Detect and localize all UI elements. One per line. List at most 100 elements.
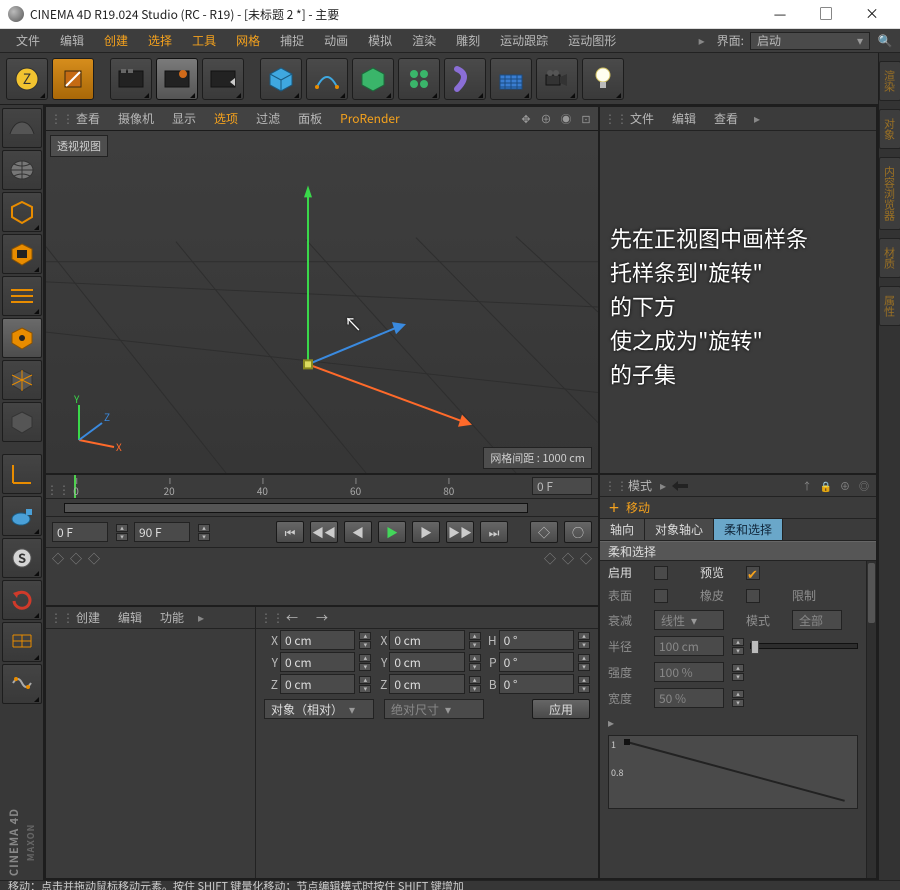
menu-animate[interactable]: 动画: [314, 29, 358, 52]
maximize-view-icon[interactable]: ⊡: [578, 111, 594, 127]
apply-button[interactable]: 应用: [532, 699, 590, 719]
model-mode-button[interactable]: [2, 150, 42, 190]
cube-primitive-button[interactable]: [260, 58, 302, 100]
radius-slider[interactable]: [750, 643, 858, 649]
uv-poly-button[interactable]: [2, 402, 42, 442]
coords-menu-func[interactable]: 功能: [152, 609, 192, 626]
goto-end-button[interactable]: ⏭: [480, 521, 508, 543]
start-frame-field[interactable]: 0 F: [52, 522, 108, 542]
object-tree[interactable]: 先在正视图中画样条 托样条到"旋转" 的下方 使之成为"旋转" 的子集: [600, 131, 876, 473]
rot-b-field[interactable]: 0 °: [499, 674, 574, 694]
width-field[interactable]: 50 %: [654, 688, 724, 708]
tab-axis[interactable]: 轴向: [600, 519, 645, 540]
softmode-dropdown[interactable]: 全部: [792, 610, 842, 630]
material-area[interactable]: [46, 629, 255, 878]
menu-select[interactable]: 选择: [138, 29, 182, 52]
rubber-checkbox[interactable]: [746, 589, 760, 603]
right-tab-material[interactable]: 材质: [879, 238, 900, 278]
minimize-button[interactable]: —: [760, 0, 800, 29]
nav-prev-icon[interactable]: ▸: [693, 32, 711, 50]
curve-expand-icon[interactable]: ▸: [608, 714, 648, 731]
render-view-button[interactable]: [110, 58, 152, 100]
viewport-menu-prorender[interactable]: ProRender: [332, 110, 408, 127]
size-x-spin[interactable]: ▴▾: [469, 632, 481, 649]
menu-sculpt[interactable]: 雕刻: [446, 29, 490, 52]
next-frame-button[interactable]: ▶: [412, 521, 440, 543]
end-frame-field[interactable]: 90 F: [134, 522, 190, 542]
end-frame-spin[interactable]: ▴▾: [198, 524, 210, 541]
camera-button[interactable]: [536, 58, 578, 100]
render-settings-button[interactable]: [202, 58, 244, 100]
rot-h-field[interactable]: 0 °: [499, 630, 574, 650]
pos-x-spin[interactable]: ▴▾: [359, 632, 371, 649]
lock-icon[interactable]: 🔒: [818, 478, 834, 494]
quantize-button[interactable]: [2, 664, 42, 704]
menu-mtrack[interactable]: 运动跟踪: [490, 29, 558, 52]
target-icon[interactable]: ◎: [856, 478, 872, 494]
axis-button[interactable]: [2, 454, 42, 494]
deformer-button[interactable]: [444, 58, 486, 100]
falloff-curve[interactable]: 1 0.8: [608, 735, 858, 809]
panel-grip-icon[interactable]: ⋮⋮: [604, 477, 620, 494]
coords-nav-left[interactable]: ←: [278, 609, 306, 626]
scale-tool-button[interactable]: S: [2, 538, 42, 578]
coords-menu-edit[interactable]: 编辑: [110, 609, 150, 626]
viewport-menu-panel[interactable]: 面板: [290, 110, 330, 127]
menu-mesh[interactable]: 网格: [226, 29, 270, 52]
pan-icon[interactable]: ✥: [518, 111, 534, 127]
om-menu-edit[interactable]: 编辑: [664, 110, 704, 127]
tab-object-axis[interactable]: 对象轴心: [645, 519, 714, 540]
spline-tool-button[interactable]: [306, 58, 348, 100]
falloff-dropdown[interactable]: 线性: [654, 610, 724, 630]
play-button[interactable]: ▶: [378, 521, 406, 543]
live-select-button[interactable]: [2, 108, 42, 148]
strength-spin[interactable]: ▴▾: [732, 664, 744, 681]
menu-create[interactable]: 创建: [94, 29, 138, 52]
snap-button[interactable]: [2, 622, 42, 662]
move-tool-button[interactable]: [2, 496, 42, 536]
light-button[interactable]: [582, 58, 624, 100]
om-menu-file[interactable]: 文件: [622, 110, 662, 127]
ui-layout-dropdown[interactable]: 启动: [750, 32, 870, 50]
panel-grip-icon[interactable]: ⋮⋮: [46, 481, 62, 498]
om-menu-view[interactable]: 查看: [706, 110, 746, 127]
tab-soft-select[interactable]: 柔和选择: [714, 519, 783, 540]
edge-mode-button[interactable]: [2, 318, 42, 358]
size-z-field[interactable]: 0 cm: [389, 674, 464, 694]
viewport-menu-view[interactable]: 查看: [68, 110, 108, 127]
width-spin[interactable]: ▴▾: [732, 690, 744, 707]
right-tab-attr[interactable]: 属性: [879, 286, 900, 326]
viewport-menu-camera[interactable]: 摄像机: [110, 110, 162, 127]
panel-grip-icon[interactable]: ⋮⋮: [50, 110, 66, 127]
prev-frame-button[interactable]: ◀: [344, 521, 372, 543]
search-icon[interactable]: 🔍: [876, 32, 894, 50]
viewport-menu-filter[interactable]: 过滤: [248, 110, 288, 127]
coord-mode1-dropdown[interactable]: 对象（相对）: [264, 699, 374, 719]
texture-mode-button[interactable]: [2, 192, 42, 232]
size-y-field[interactable]: 0 cm: [389, 652, 464, 672]
size-x-field[interactable]: 0 cm: [389, 630, 464, 650]
overflow-right-icon[interactable]: ▸: [748, 110, 766, 127]
overflow-right-icon[interactable]: ▸: [660, 477, 666, 494]
menu-simulate[interactable]: 模拟: [358, 29, 402, 52]
surface-checkbox[interactable]: [654, 589, 668, 603]
attr-mode-menu[interactable]: 模式: [624, 477, 656, 494]
coord-mode2-dropdown[interactable]: 绝对尺寸: [384, 699, 484, 719]
menu-file[interactable]: 文件: [6, 29, 50, 52]
menu-tools[interactable]: 工具: [182, 29, 226, 52]
overflow-right-icon[interactable]: ▸: [194, 609, 208, 626]
array-button[interactable]: [398, 58, 440, 100]
workplane-button[interactable]: [2, 234, 42, 274]
subdiv-surface-button[interactable]: [352, 58, 394, 100]
attr-scrollbar[interactable]: [866, 561, 876, 878]
radius-spin[interactable]: ▴▾: [732, 638, 744, 655]
coords-menu-create[interactable]: 创建: [68, 609, 108, 626]
timeline-ruler[interactable]: ⋮⋮ 0 20 40 60 80 0 F: [46, 475, 598, 499]
up-level-icon[interactable]: ↑: [799, 478, 815, 494]
pos-y-field[interactable]: 0 cm: [280, 652, 355, 672]
floor-button[interactable]: [490, 58, 532, 100]
viewport-menu-options[interactable]: 选项: [206, 110, 246, 127]
next-key-button[interactable]: ▶▶: [446, 521, 474, 543]
render-region-button[interactable]: [156, 58, 198, 100]
radius-field[interactable]: 100 cm: [654, 636, 724, 656]
